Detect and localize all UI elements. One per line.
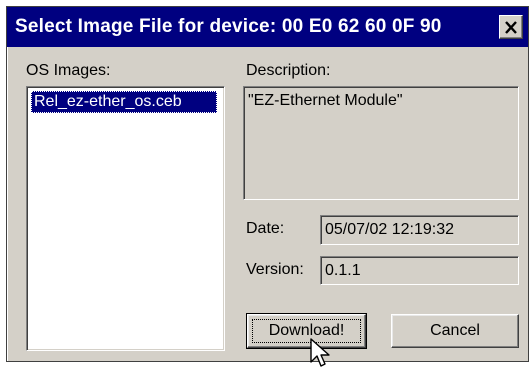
os-images-label: OS Images:	[26, 62, 111, 79]
pointer-cursor-icon	[310, 338, 330, 367]
version-field: 0.1.1	[320, 256, 519, 285]
date-label: Date:	[246, 220, 285, 237]
version-label: Version:	[246, 261, 304, 278]
list-item[interactable]: Rel_ez-ether_os.ceb	[31, 91, 217, 113]
os-images-list[interactable]: Rel_ez-ether_os.ceb	[26, 86, 225, 351]
title-bar[interactable]: Select Image File for device: 00 E0 62 6…	[7, 7, 528, 47]
cancel-button-label: Cancel	[430, 322, 480, 339]
cancel-button[interactable]: Cancel	[391, 314, 519, 348]
focus-rectangle	[252, 319, 361, 343]
close-icon	[505, 20, 517, 34]
dialog-window: Select Image File for device: 00 E0 62 6…	[6, 6, 529, 362]
download-button[interactable]: Download!	[246, 313, 367, 349]
description-label: Description:	[246, 62, 331, 79]
description-field: "EZ-Ethernet Module"	[243, 86, 519, 200]
close-button[interactable]	[499, 15, 523, 39]
window-title: Select Image File for device: 00 E0 62 6…	[15, 16, 442, 37]
date-field: 05/07/02 12:19:32	[320, 215, 519, 245]
